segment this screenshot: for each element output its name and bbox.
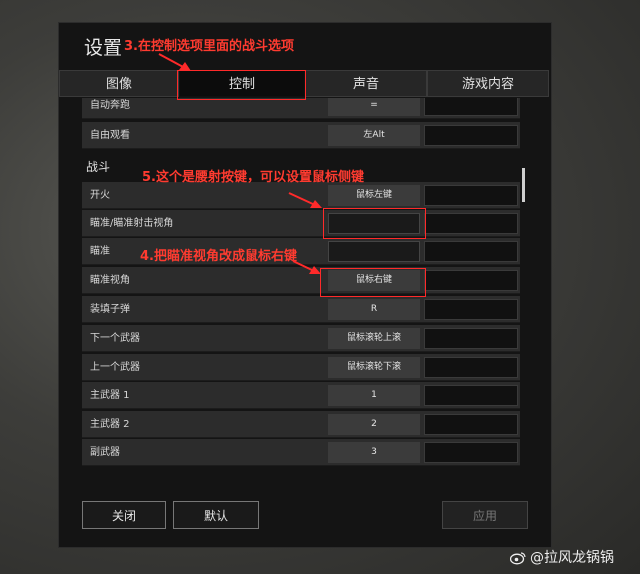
keybind-label: 装填子弹 bbox=[90, 304, 130, 315]
weibo-icon bbox=[510, 552, 526, 565]
keybind-label: 上一个武器 bbox=[90, 362, 140, 373]
settings-title: 设置 bbox=[84, 37, 123, 59]
secondary-key-slot[interactable] bbox=[424, 442, 518, 463]
keybind-row[interactable]: 自由观看 左Alt bbox=[82, 122, 520, 149]
annotation-step3: 3.在控制选项里面的战斗选项 bbox=[124, 39, 294, 54]
secondary-key-slot[interactable] bbox=[424, 98, 518, 116]
list-scrollbar[interactable] bbox=[522, 168, 525, 202]
keybind-label: 下一个武器 bbox=[90, 333, 140, 344]
tab-sound[interactable]: 声音 bbox=[305, 70, 427, 97]
primary-key-slot[interactable]: 鼠标滚轮上滚 bbox=[328, 328, 420, 349]
secondary-key-slot[interactable] bbox=[424, 185, 518, 206]
secondary-key-slot[interactable] bbox=[424, 357, 518, 378]
keybind-row[interactable]: 装填子弹 R bbox=[82, 296, 520, 323]
section-header-combat: 战斗 bbox=[86, 160, 111, 174]
highlight-controls-tab bbox=[177, 70, 306, 100]
primary-key-slot[interactable]: 2 bbox=[328, 414, 420, 435]
keybind-label: 主武器 1 bbox=[90, 390, 130, 401]
primary-key-slot[interactable]: 1 bbox=[328, 385, 420, 406]
watermark: @拉风龙锅锅 bbox=[510, 547, 614, 567]
primary-key-slot[interactable]: R bbox=[328, 299, 420, 320]
keybind-row[interactable]: 副武器 3 bbox=[82, 439, 520, 466]
keybind-label: 瞄准/瞄准射击视角 bbox=[90, 218, 174, 229]
secondary-key-slot[interactable] bbox=[424, 213, 518, 234]
keybind-label: 瞄准 bbox=[90, 246, 110, 257]
annotation-step4: 4.把瞄准视角改成鼠标右键 bbox=[140, 249, 297, 264]
secondary-key-slot[interactable] bbox=[424, 328, 518, 349]
primary-key-slot[interactable] bbox=[328, 241, 420, 262]
tab-graphics[interactable]: 图像 bbox=[59, 70, 179, 97]
secondary-key-slot[interactable] bbox=[424, 241, 518, 262]
arrow-icon bbox=[292, 260, 321, 274]
highlight-hipfire-slot bbox=[323, 208, 426, 239]
keybinding-list: 自动奔跑 = 自由观看 左Alt 战斗 开火 鼠标左键 瞄准/瞄准射击视角 瞄准… bbox=[82, 98, 522, 468]
secondary-key-slot[interactable] bbox=[424, 385, 518, 406]
keybind-row[interactable]: 上一个武器 鼠标滚轮下滚 bbox=[82, 354, 520, 381]
secondary-key-slot[interactable] bbox=[424, 414, 518, 435]
keybind-row[interactable]: 自动奔跑 = bbox=[82, 98, 520, 119]
close-button[interactable]: 关闭 bbox=[82, 501, 166, 529]
keybind-label: 自由观看 bbox=[90, 130, 130, 141]
keybind-row[interactable]: 下一个武器 鼠标滚轮上滚 bbox=[82, 325, 520, 352]
secondary-key-slot[interactable] bbox=[424, 299, 518, 320]
keybind-label: 开火 bbox=[90, 190, 110, 201]
keybind-label: 主武器 2 bbox=[90, 419, 130, 430]
arrow-icon bbox=[288, 192, 322, 208]
primary-key-slot[interactable]: 鼠标左键 bbox=[328, 185, 420, 206]
annotation-step5: 5.这个是腰射按键，可以设置鼠标侧键 bbox=[142, 170, 364, 185]
keybind-row[interactable]: 主武器 2 2 bbox=[82, 411, 520, 438]
watermark-text: @拉风龙锅锅 bbox=[530, 550, 614, 566]
primary-key-slot[interactable]: = bbox=[328, 98, 420, 116]
primary-key-slot[interactable]: 3 bbox=[328, 442, 420, 463]
secondary-key-slot[interactable] bbox=[424, 270, 518, 291]
default-button[interactable]: 默认 bbox=[173, 501, 259, 529]
keybind-row[interactable]: 主武器 1 1 bbox=[82, 382, 520, 409]
keybind-label: 瞄准视角 bbox=[90, 275, 130, 286]
keybind-row[interactable]: 瞄准/瞄准射击视角 bbox=[82, 210, 520, 237]
primary-key-slot[interactable]: 左Alt bbox=[328, 125, 420, 146]
highlight-aim-slot bbox=[320, 268, 426, 297]
tab-gameplay[interactable]: 游戏内容 bbox=[427, 70, 549, 97]
secondary-key-slot[interactable] bbox=[424, 125, 518, 146]
keybind-label: 自动奔跑 bbox=[90, 100, 130, 111]
primary-key-slot[interactable]: 鼠标滚轮下滚 bbox=[328, 357, 420, 378]
apply-button[interactable]: 应用 bbox=[442, 501, 528, 529]
keybind-label: 副武器 bbox=[90, 447, 120, 458]
arrow-icon bbox=[158, 53, 191, 71]
